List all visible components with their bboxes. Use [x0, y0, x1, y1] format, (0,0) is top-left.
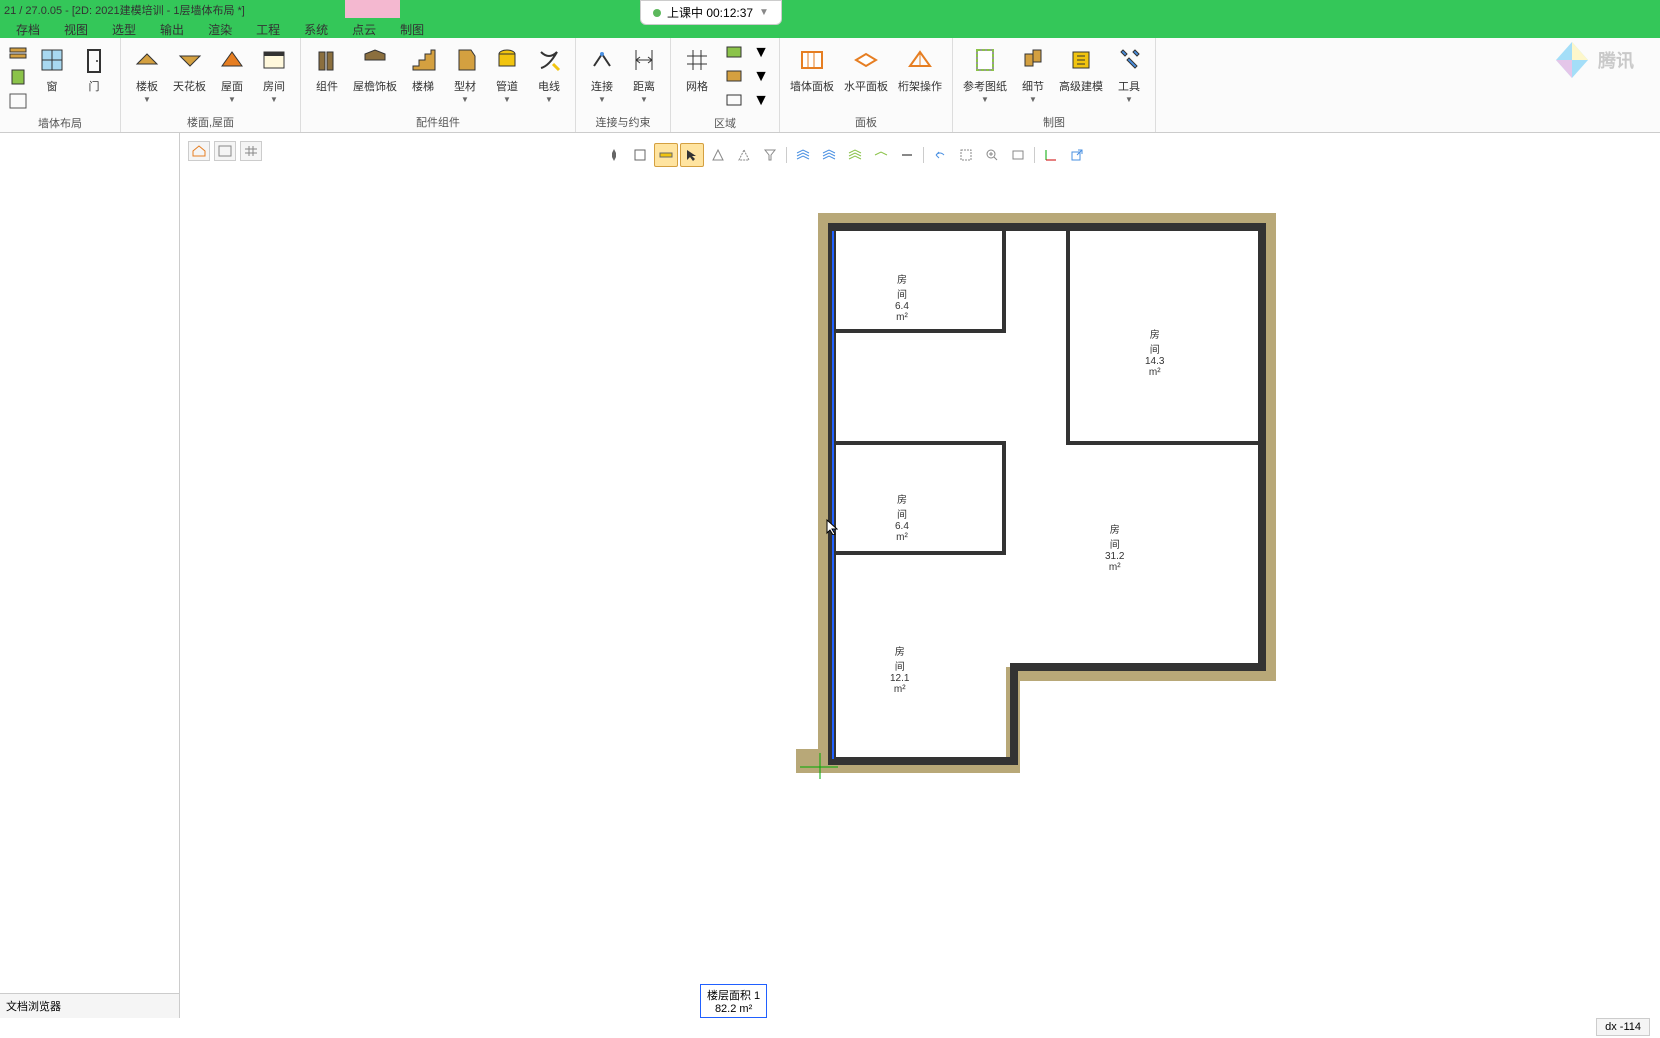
class-status-badge[interactable]: 上课中 00:12:37 ▼	[640, 0, 782, 25]
measure-icon[interactable]	[654, 143, 678, 167]
undo-icon[interactable]	[928, 143, 952, 167]
tools-button[interactable]: 工具 ▼	[1109, 42, 1149, 106]
window-button[interactable]: 窗	[32, 42, 72, 96]
dotted-triangle-icon[interactable]	[732, 143, 756, 167]
zoom-icon[interactable]	[980, 143, 1004, 167]
line-icon[interactable]	[895, 143, 919, 167]
canvas[interactable]: 房间6.4 m² 房间14.3 m² 房间6.4 m² 房间31.2 m² 房间…	[180, 133, 1660, 1018]
pin-icon[interactable]	[602, 143, 626, 167]
filter-icon[interactable]	[758, 143, 782, 167]
ribbon-group-panels: 墙体面板 水平面板 桁架操作 面板	[780, 38, 953, 132]
area-tool-3[interactable]	[723, 90, 747, 112]
door-button[interactable]: 门	[74, 42, 114, 96]
grid-button[interactable]: 网格	[677, 42, 717, 96]
roof-button[interactable]: 屋面 ▼	[212, 42, 252, 106]
pink-decoration	[345, 0, 400, 18]
detail-button[interactable]: 细节 ▼	[1013, 42, 1053, 106]
export-icon[interactable]	[1065, 143, 1089, 167]
triangle-icon[interactable]	[706, 143, 730, 167]
ribbon-group-components: 组件 屋檐饰板 楼梯 型材 ▼ 管道 ▼ 电线	[301, 38, 576, 132]
menu-project[interactable]: 工程	[244, 20, 292, 39]
wall-tool-1[interactable]	[6, 42, 30, 64]
area-tool-6[interactable]: ▼	[749, 90, 773, 112]
eaves-button[interactable]: 屋檐饰板	[349, 42, 401, 96]
menu-system[interactable]: 系统	[292, 20, 340, 39]
tencent-logo: 腾讯	[1550, 35, 1660, 85]
view-tab-home[interactable]	[188, 141, 210, 161]
component-button[interactable]: 组件	[307, 42, 347, 96]
stairs-button[interactable]: 楼梯	[403, 42, 443, 96]
room-label-2: 房间14.3 m²	[1145, 326, 1164, 378]
ribbon: 窗 门 墙体布局 楼板 ▼ 天花板 屋面 ▼	[0, 38, 1660, 133]
menu-output[interactable]: 输出	[148, 20, 196, 39]
ribbon-group-floors: 楼板 ▼ 天花板 屋面 ▼ 房间 ▼ 楼面,屋面	[121, 38, 301, 132]
menu-archive[interactable]: 存档	[4, 20, 52, 39]
rect-icon[interactable]	[1006, 143, 1030, 167]
menu-render[interactable]: 渲染	[196, 20, 244, 39]
advanced-button[interactable]: 高级建模	[1055, 42, 1107, 96]
sidebar: 文档浏览器	[0, 133, 180, 1018]
ceiling-button[interactable]: 天花板	[169, 42, 210, 96]
connect-button[interactable]: 连接 ▼	[582, 42, 622, 106]
cursor-icon	[826, 519, 838, 535]
wall-panel-button[interactable]: 墙体面板	[786, 42, 838, 96]
pipe-button[interactable]: 管道 ▼	[487, 42, 527, 106]
ribbon-group-drafting: 参考图纸 ▼ 细节 ▼ 高级建模 工具 ▼ 制图	[953, 38, 1156, 132]
document-browser-label[interactable]: 文档浏览器	[0, 993, 179, 1018]
room-label-1: 房间6.4 m²	[895, 271, 909, 323]
wall-tool-3[interactable]	[6, 90, 30, 112]
view-tab-section[interactable]	[214, 141, 236, 161]
layer-3-icon[interactable]	[843, 143, 867, 167]
window-title: 21 / 27.0.05 - [2D: 2021建模培训 - 1层墙体布局 *]	[4, 2, 245, 18]
menu-drafting[interactable]: 制图	[388, 20, 436, 39]
class-status-text: 上课中 00:12:37	[667, 4, 753, 21]
menu-selection[interactable]: 选型	[100, 20, 148, 39]
room-label-4: 房间31.2 m²	[1105, 521, 1124, 573]
profile-button[interactable]: 型材 ▼	[445, 42, 485, 106]
select-arrow-icon[interactable]	[680, 143, 704, 167]
ribbon-group-connect: 连接 ▼ 距离 ▼ 连接与约束	[576, 38, 671, 132]
view-tab-grid[interactable]	[240, 141, 262, 161]
layer-2-icon[interactable]	[817, 143, 841, 167]
floating-toolbar	[600, 141, 1091, 169]
floor-panel-button[interactable]: 水平面板	[840, 42, 892, 96]
reference-button[interactable]: 参考图纸 ▼	[959, 42, 1011, 106]
menu-bar: 存档 视图 选型 输出 渲染 工程 系统 点云 制图	[0, 20, 1660, 38]
area-tool-1[interactable]	[723, 42, 747, 64]
wire-button[interactable]: 电线 ▼	[529, 42, 569, 106]
axis-icon[interactable]	[1039, 143, 1063, 167]
wall-tool-2[interactable]	[6, 66, 30, 88]
area-tool-5[interactable]: ▼	[749, 66, 773, 88]
area-tool-4[interactable]: ▼	[749, 42, 773, 64]
view-tabs	[188, 141, 262, 161]
truss-button[interactable]: 桁架操作	[894, 42, 946, 96]
floor-area-display: 楼层面积 1 82.2 m²	[700, 984, 767, 1018]
room-label-5: 房间12.1 m²	[890, 643, 909, 695]
layer-1-icon[interactable]	[791, 143, 815, 167]
ribbon-group-walls: 窗 门 墙体布局	[0, 38, 121, 132]
room-button[interactable]: 房间 ▼	[254, 42, 294, 106]
ribbon-group-area: 网格 ▼ ▼ ▼ 区域	[671, 38, 780, 132]
chevron-down-icon: ▼	[759, 7, 769, 18]
layer-4-icon[interactable]	[869, 143, 893, 167]
extents-icon[interactable]	[954, 143, 978, 167]
distance-button[interactable]: 距离 ▼	[624, 42, 664, 106]
title-bar: 21 / 27.0.05 - [2D: 2021建模培训 - 1层墙体布局 *]	[0, 0, 1660, 20]
room-label-3: 房间6.4 m²	[895, 491, 909, 543]
menu-pointcloud[interactable]: 点云	[340, 20, 388, 39]
crop-icon[interactable]	[628, 143, 652, 167]
area-tool-2[interactable]	[723, 66, 747, 88]
floor-button[interactable]: 楼板 ▼	[127, 42, 167, 106]
status-dx: dx -114	[1596, 1018, 1650, 1036]
workspace: 文档浏览器	[0, 133, 1660, 1018]
menu-view[interactable]: 视图	[52, 20, 100, 39]
status-dot-icon	[653, 9, 661, 17]
